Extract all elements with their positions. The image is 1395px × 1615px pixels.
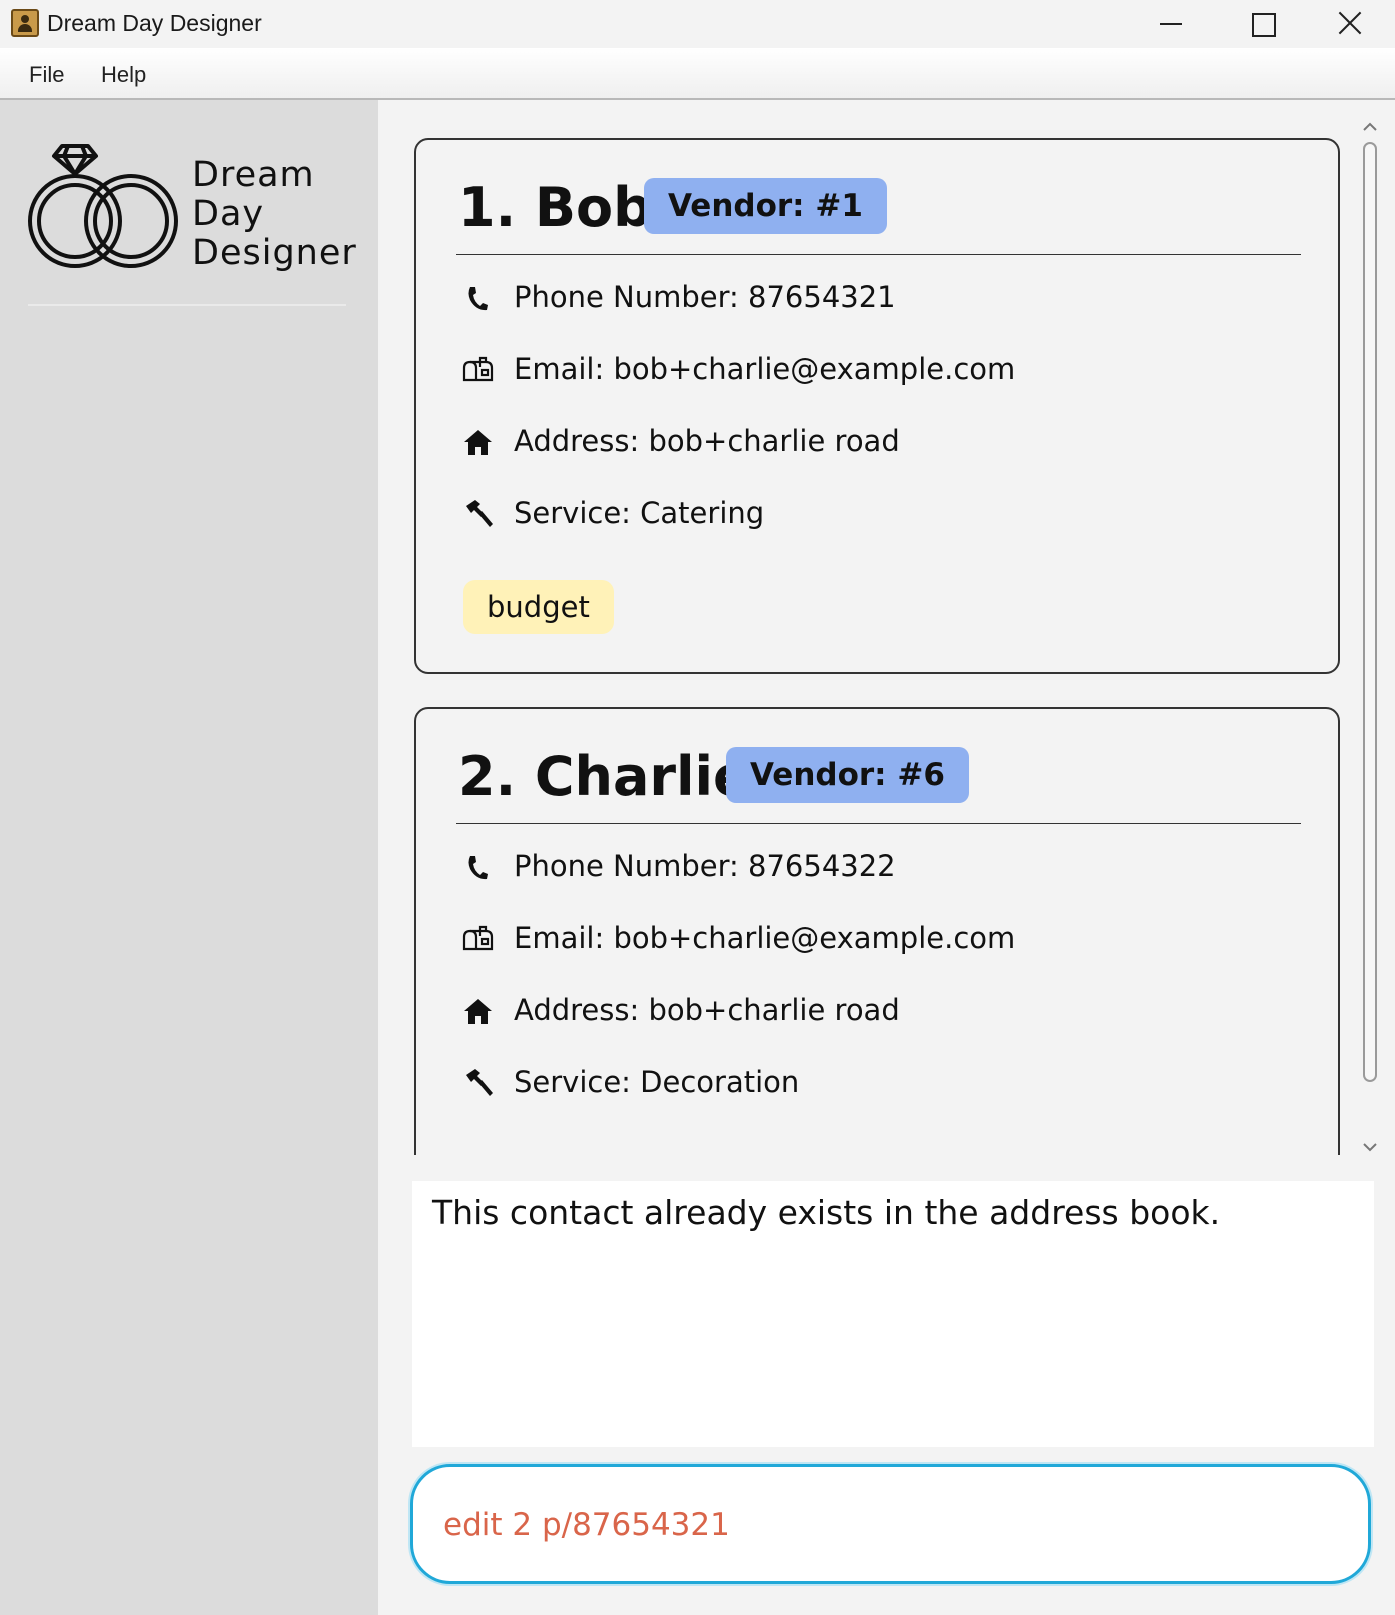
command-box[interactable] xyxy=(410,1464,1371,1584)
result-message: This contact already exists in the addre… xyxy=(432,1193,1221,1232)
menu-help[interactable]: Help xyxy=(101,62,146,88)
contact-card[interactable]: 1. Bob Vendor: #1 Phone Number: 87654321… xyxy=(414,138,1340,674)
card-divider xyxy=(456,823,1301,824)
hammer-icon xyxy=(466,500,493,527)
tag-badge: budget xyxy=(463,580,614,634)
scroll-up-arrow-icon[interactable] xyxy=(1361,118,1379,136)
sidebar: Dream Day Designer xyxy=(0,100,378,1615)
scroll-thumb[interactable] xyxy=(1363,142,1377,1082)
wedding-rings-icon xyxy=(28,144,178,268)
mailbox-icon xyxy=(462,925,494,951)
minimize-button[interactable] xyxy=(1125,0,1215,48)
command-input[interactable] xyxy=(443,1495,1323,1555)
title-bar: Dream Day Designer xyxy=(0,0,1395,48)
address-text: Address: bob+charlie road xyxy=(514,993,900,1027)
window-title: Dream Day Designer xyxy=(47,10,262,36)
logo-text: Dream Day Designer xyxy=(192,155,357,273)
contact-name: 1. Bob xyxy=(458,176,652,239)
phone-text: Phone Number: 87654321 xyxy=(514,280,896,314)
card-divider xyxy=(456,254,1301,255)
close-button[interactable] xyxy=(1305,0,1395,48)
address-text: Address: bob+charlie road xyxy=(514,424,900,458)
phone-icon xyxy=(468,856,488,880)
vendor-badge: Vendor: #1 xyxy=(644,178,887,234)
service-text: Service: Catering xyxy=(514,496,765,530)
result-display: This contact already exists in the addre… xyxy=(412,1181,1374,1447)
menu-bar: File Help xyxy=(0,48,1395,100)
mailbox-icon xyxy=(462,356,494,382)
main-panel: 1. Bob Vendor: #1 Phone Number: 87654321… xyxy=(378,100,1395,1615)
phone-text: Phone Number: 87654322 xyxy=(514,849,896,883)
phone-icon xyxy=(468,287,488,311)
email-text: Email: bob+charlie@example.com xyxy=(514,352,1016,386)
email-text: Email: bob+charlie@example.com xyxy=(514,921,1016,955)
menu-file[interactable]: File xyxy=(29,62,64,88)
app-logo: Dream Day Designer xyxy=(28,144,356,279)
contact-card[interactable]: 2. Charlie Vendor: #6 Phone Number: 8765… xyxy=(414,707,1340,1155)
contact-name: 2. Charlie xyxy=(458,745,750,808)
home-icon xyxy=(464,430,492,455)
hammer-icon xyxy=(466,1069,493,1096)
sidebar-divider xyxy=(28,304,346,306)
maximize-button[interactable] xyxy=(1217,0,1307,48)
contact-list-scrollbar[interactable] xyxy=(1358,118,1382,1158)
home-icon xyxy=(464,999,492,1024)
app-icon xyxy=(11,9,39,37)
contact-list[interactable]: 1. Bob Vendor: #1 Phone Number: 87654321… xyxy=(378,100,1395,1155)
service-text: Service: Decoration xyxy=(514,1065,800,1099)
scroll-down-arrow-icon[interactable] xyxy=(1361,1138,1379,1156)
vendor-badge: Vendor: #6 xyxy=(726,747,969,803)
